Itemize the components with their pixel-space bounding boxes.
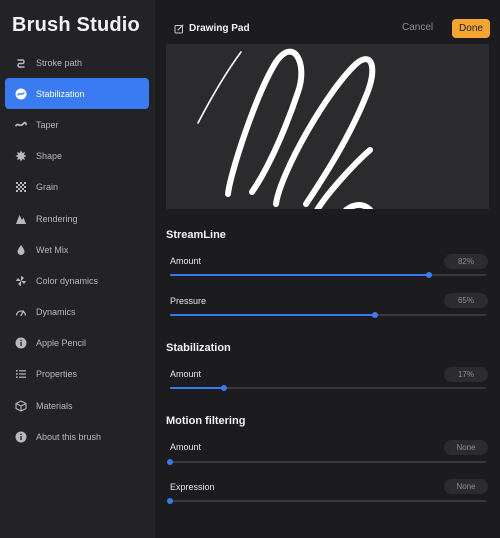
wet-mix-icon (15, 244, 27, 256)
sidebar-item-apple-pencil[interactable]: Apple Pencil (5, 328, 149, 359)
streamline-pressure-label: Pressure (170, 296, 207, 306)
about-icon (15, 431, 27, 443)
drawing-pad-title[interactable]: Drawing Pad (174, 23, 250, 34)
sidebar-item-shape[interactable]: Shape (5, 141, 149, 172)
sidebar-item-label: Wet Mix (36, 244, 69, 255)
grain-icon (15, 181, 27, 193)
motion-filtering-amount-label: Amount (170, 442, 202, 452)
section-title-stabilization: Stabilization (166, 342, 231, 354)
drawing-pad-canvas[interactable] (166, 44, 489, 209)
sidebar-item-label: Apple Pencil (36, 338, 87, 349)
properties-icon (15, 368, 27, 380)
app-title: Brush Studio (12, 14, 140, 36)
section-title-motion-filtering: Motion filtering (166, 415, 246, 427)
sidebar-item-label: About this brush (36, 431, 102, 442)
sidebar-item-dynamics[interactable]: Dynamics (5, 297, 149, 328)
sidebar-item-about-this-brush[interactable]: About this brush (5, 421, 149, 452)
sidebar-item-label: Shape (36, 151, 63, 162)
apple-pencil-icon (15, 337, 27, 349)
slider-thumb[interactable] (426, 272, 433, 278)
streamline-pressure-slider[interactable] (170, 312, 486, 318)
motion-filtering-expression-slider[interactable] (167, 498, 486, 504)
sidebar-item-stabilization[interactable]: Stabilization (5, 78, 149, 110)
cancel-button[interactable]: Cancel (402, 22, 433, 33)
motion-filtering-expression-value[interactable]: None (444, 479, 488, 494)
sidebar-item-label: Color dynamics (36, 275, 99, 286)
sidebar-item-label: Taper (36, 119, 59, 130)
slider-fill (170, 387, 224, 389)
dynamics-icon (15, 306, 27, 318)
stabilization-icon (15, 88, 27, 100)
sidebar-item-label: Grain (36, 182, 59, 193)
sidebar-item-grain[interactable]: Grain (5, 172, 149, 203)
color-dynamics-icon (15, 275, 27, 287)
sidebar-item-properties[interactable]: Properties (5, 359, 149, 390)
main-panel: Drawing Pad Cancel Done StreamLine Amoun… (155, 0, 500, 538)
section-title-streamline: StreamLine (166, 229, 226, 241)
stabilization-amount-value[interactable]: 17% (444, 367, 488, 382)
slider-fill (170, 274, 430, 276)
motion-filtering-amount-slider[interactable] (167, 459, 486, 465)
slider-thumb[interactable] (167, 498, 173, 504)
sidebar-item-label: Stabilization (36, 88, 85, 99)
sidebar-item-materials[interactable]: Materials (5, 390, 149, 421)
sidebar-item-color-dynamics[interactable]: Color dynamics (5, 265, 149, 296)
streamline-amount-value[interactable]: 82% (444, 254, 488, 269)
stabilization-amount-slider[interactable] (170, 385, 486, 391)
drawing-pad-label: Drawing Pad (189, 23, 250, 34)
streamline-amount-slider[interactable] (170, 272, 486, 278)
edit-icon (174, 24, 184, 33)
sidebar-item-wet-mix[interactable]: Wet Mix (5, 234, 149, 265)
sidebar-item-label: Materials (36, 400, 73, 411)
shape-icon (15, 150, 27, 162)
slider-thumb[interactable] (220, 385, 227, 391)
sidebar-item-stroke-path[interactable]: Stroke path (5, 47, 149, 78)
rendering-icon (15, 213, 27, 225)
sidebar-item-rendering[interactable]: Rendering (5, 203, 149, 234)
sidebar-item-label: Dynamics (36, 307, 76, 318)
sidebar: Brush Studio Stroke path Stabilization T… (0, 0, 155, 538)
streamline-pressure-value[interactable]: 65% (444, 293, 488, 308)
sidebar-item-label: Rendering (36, 213, 78, 224)
sidebar-nav: Stroke path Stabilization Taper Shape Gr… (5, 47, 149, 452)
stroke-path-icon (15, 57, 27, 69)
brush-stroke-preview (197, 48, 376, 209)
sidebar-item-label: Stroke path (36, 57, 83, 68)
slider-thumb[interactable] (372, 312, 379, 318)
header: Drawing Pad Cancel Done (155, 0, 500, 44)
streamline-amount-label: Amount (170, 256, 202, 266)
taper-icon (15, 119, 27, 131)
motion-filtering-expression-label: Expression (170, 482, 215, 492)
slider-fill (170, 314, 376, 316)
sidebar-item-taper[interactable]: Taper (5, 109, 149, 140)
stabilization-amount-label: Amount (170, 369, 202, 379)
motion-filtering-amount-value[interactable]: None (444, 440, 488, 455)
done-button[interactable]: Done (452, 19, 490, 38)
sidebar-item-label: Properties (36, 369, 78, 380)
materials-icon (15, 400, 27, 412)
slider-thumb[interactable] (167, 459, 173, 465)
